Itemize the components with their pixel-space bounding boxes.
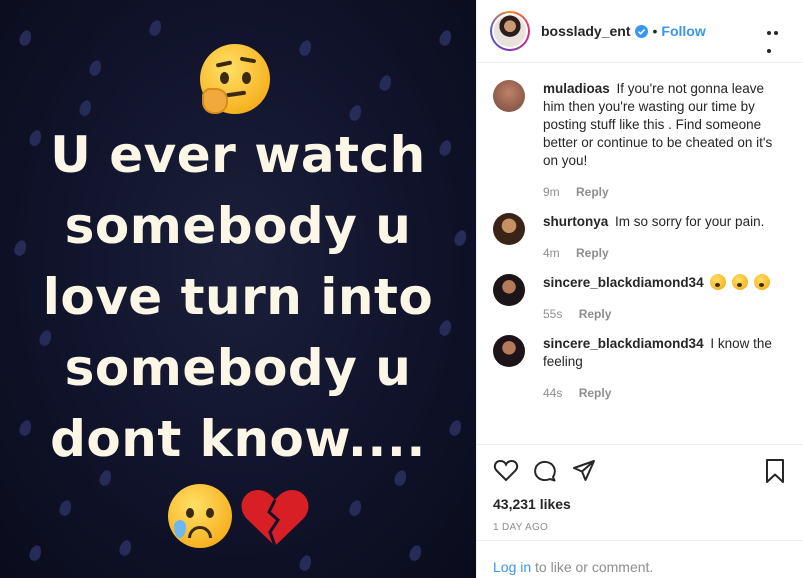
comment-username[interactable]: muladioas — [543, 81, 610, 96]
worried-face-emoji — [732, 274, 749, 290]
comment-meta: 4m Reply — [543, 246, 764, 260]
post-timestamp: 1 DAY AGO — [493, 522, 549, 533]
comment-item: sincere_blackdiamond34 I know the feelin… — [493, 335, 788, 400]
comment-meta: 55s Reply — [543, 307, 772, 321]
reply-button[interactable]: Reply — [576, 185, 609, 199]
follow-button[interactable]: Follow — [661, 23, 705, 39]
comments-list: muladioas If you're not gonna leave him … — [477, 64, 803, 444]
thinking-face-emoji — [200, 44, 270, 114]
post-header: bosslady_ent • Follow — [477, 0, 803, 63]
post-image: U ever watch somebody u love turn into s… — [0, 0, 476, 578]
astonished-face-emoji — [710, 274, 727, 290]
post-sidebar: bosslady_ent • Follow muladioas If you'r… — [476, 0, 803, 578]
broken-heart-icon — [241, 490, 309, 547]
post-text-line: somebody u — [64, 339, 412, 397]
post-actions: 43,231 likes 1 DAY AGO — [477, 444, 803, 533]
verified-badge-icon — [635, 24, 649, 38]
reply-button[interactable]: Reply — [576, 246, 609, 260]
post-text-line: U ever watch — [50, 126, 426, 184]
author-avatar[interactable] — [490, 11, 530, 51]
post-text-line: somebody u — [64, 197, 412, 255]
comment-username[interactable]: sincere_blackdiamond34 — [543, 336, 704, 351]
comment-time[interactable]: 55s — [543, 307, 562, 321]
comment-text: sincere_blackdiamond34 — [543, 274, 772, 292]
login-prompt: Log in to like or comment. — [477, 540, 803, 578]
commenter-avatar[interactable] — [493, 274, 525, 306]
login-link[interactable]: Log in — [493, 559, 531, 575]
comment-text: shurtonya Im so sorry for your pain. — [543, 213, 764, 231]
comment-meta: 44s Reply — [543, 386, 788, 400]
comment-item: shurtonya Im so sorry for your pain. 4m … — [493, 213, 788, 260]
heart-like-icon[interactable] — [493, 458, 519, 484]
comment-username[interactable]: sincere_blackdiamond34 — [543, 275, 704, 290]
comment-icon[interactable] — [532, 458, 558, 484]
author-username[interactable]: bosslady_ent — [541, 23, 630, 39]
reply-button[interactable]: Reply — [579, 386, 612, 400]
bookmark-icon[interactable] — [762, 458, 788, 484]
post-text-line: dont know.... — [50, 410, 426, 468]
action-bar — [493, 457, 788, 485]
comment-username[interactable]: shurtonya — [543, 214, 608, 229]
commenter-avatar[interactable] — [493, 213, 525, 245]
open-mouth-face-emoji — [753, 274, 770, 290]
comment-text: sincere_blackdiamond34 I know the feelin… — [543, 335, 788, 371]
login-prompt-text: to like or comment. — [531, 559, 654, 575]
comment-content: Im so sorry for your pain. — [615, 214, 765, 229]
separator-dot: • — [652, 23, 658, 39]
comment-time[interactable]: 4m — [543, 246, 560, 260]
post-text-line: love turn into — [42, 268, 434, 326]
share-icon[interactable] — [571, 458, 597, 484]
commenter-avatar[interactable] — [493, 335, 525, 367]
likes-count[interactable]: 43,231 likes — [493, 496, 788, 512]
crying-face-emoji — [168, 484, 232, 548]
post-image-text: U ever watch somebody u love turn into s… — [0, 120, 476, 475]
commenter-avatar[interactable] — [493, 80, 525, 112]
comment-meta: 9m Reply — [543, 185, 788, 199]
more-options-icon[interactable] — [767, 22, 787, 53]
reply-button[interactable]: Reply — [579, 307, 612, 321]
comment-time[interactable]: 44s — [543, 386, 562, 400]
comment-item: muladioas If you're not gonna leave him … — [493, 80, 788, 199]
comment-time[interactable]: 9m — [543, 185, 560, 199]
comment-item: sincere_blackdiamond34 55s Reply — [493, 274, 788, 321]
comment-text: muladioas If you're not gonna leave him … — [543, 80, 788, 170]
